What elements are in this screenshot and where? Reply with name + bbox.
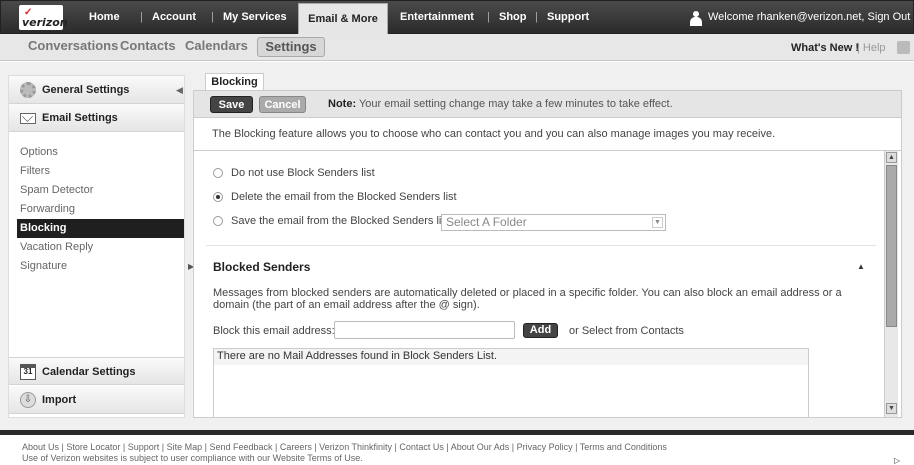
nav-home[interactable]: Home: [89, 1, 120, 35]
add-button[interactable]: Add: [523, 323, 558, 338]
select-from-contacts-link[interactable]: or Select from Contacts: [569, 325, 684, 337]
sidebar-item-blocking[interactable]: Blocking: [17, 219, 184, 238]
nav-separator: |: [535, 11, 538, 23]
scroll-thumb[interactable]: [886, 165, 897, 327]
scroll-down-icon[interactable]: ▼: [886, 403, 897, 414]
nav-support[interactable]: Support: [547, 1, 589, 35]
envelope-icon: [20, 113, 36, 124]
subnav-calendars[interactable]: Calendars: [185, 38, 248, 53]
note-text: Note: Your email setting change may take…: [328, 98, 673, 110]
folder-select-value: Select A Folder: [446, 215, 527, 229]
option-label: Delete the email from the Blocked Sender…: [231, 191, 457, 203]
sidebar-item-signature[interactable]: Signature: [17, 257, 184, 276]
collapse-arrow-icon[interactable]: ◀: [176, 85, 183, 96]
sub-nav-bar: Conversations Contacts Calendars Setting…: [0, 34, 914, 61]
note-label: Note:: [328, 98, 357, 110]
cancel-button[interactable]: Cancel: [259, 96, 306, 113]
nav-entertainment[interactable]: Entertainment: [400, 1, 474, 35]
general-settings-header[interactable]: General Settings ◀: [9, 76, 184, 104]
divider: [206, 245, 876, 246]
blocked-senders-list[interactable]: There are no Mail Addresses found in Blo…: [213, 348, 809, 417]
help-link[interactable]: | Help: [857, 42, 886, 54]
folder-select[interactable]: Select A Folder ▼: [441, 214, 666, 231]
help-icon[interactable]: [897, 41, 910, 54]
settings-scroll-area[interactable]: Do not use Block Senders list Delete the…: [193, 151, 902, 418]
radio-do-not-use[interactable]: [213, 168, 223, 178]
radio-delete-email[interactable]: [213, 192, 223, 202]
collapse-section-icon[interactable]: ▲: [857, 262, 865, 271]
calendar-icon: 31: [20, 364, 36, 380]
sidebar-item-filters[interactable]: Filters: [17, 162, 184, 181]
subnav-settings[interactable]: Settings: [257, 37, 325, 57]
note-message: Your email setting change may take a few…: [356, 98, 673, 110]
calendar-settings-label: Calendar Settings: [42, 366, 136, 378]
logo-text: verizon: [22, 16, 68, 29]
email-settings-label: Email Settings: [42, 112, 118, 124]
scrollbar[interactable]: ▲ ▼: [884, 151, 898, 417]
scroll-up-icon[interactable]: ▲: [886, 152, 897, 163]
info-bar: The Blocking feature allows you to choos…: [193, 118, 902, 151]
blocked-senders-description: Messages from blocked senders are automa…: [213, 287, 842, 311]
nav-separator: |: [487, 11, 490, 23]
block-email-label: Block this email address:: [213, 325, 335, 337]
nav-email-and-more[interactable]: Email & More: [298, 3, 388, 35]
mouse-cursor-icon: ▷: [894, 456, 901, 465]
calendar-settings-header[interactable]: 31 Calendar Settings: [9, 357, 184, 385]
toolbar: Save Cancel Note: Your email setting cha…: [193, 90, 902, 118]
option-label: Do not use Block Senders list: [231, 167, 375, 179]
subnav-conversations[interactable]: Conversations: [28, 38, 118, 53]
page-body: General Settings ◀ Email Settings Option…: [0, 62, 914, 430]
nav-separator: |: [211, 11, 214, 23]
nav-shop[interactable]: Shop: [499, 1, 527, 35]
verizon-logo[interactable]: ✓ verizon: [19, 5, 68, 30]
user-icon: [690, 11, 702, 27]
settings-sidebar: General Settings ◀ Email Settings Option…: [8, 75, 185, 418]
tab-blocking[interactable]: Blocking: [205, 73, 264, 91]
block-email-input[interactable]: [334, 321, 515, 339]
radio-save-email[interactable]: [213, 216, 223, 226]
import-header[interactable]: ⇩ Import: [9, 386, 184, 414]
subnav-contacts[interactable]: Contacts: [120, 38, 176, 53]
welcome-sign-out[interactable]: Welcome rhanken@verizon.net, Sign Out: [708, 1, 910, 34]
footer: About Us | Store Locator | Support | Sit…: [0, 435, 914, 465]
import-icon: ⇩: [20, 392, 36, 408]
import-label: Import: [42, 394, 77, 406]
footer-links[interactable]: About Us | Store Locator | Support | Sit…: [22, 442, 667, 452]
sidebar-item-options[interactable]: Options: [17, 143, 184, 162]
sidebar-item-vacation-reply[interactable]: Vacation Reply: [17, 238, 184, 257]
option-label: Save the email from the Blocked Senders …: [231, 215, 450, 227]
top-nav-bar: ✓ verizon Home | Account | My Services E…: [0, 0, 914, 35]
whats-new-link[interactable]: What's New !: [791, 42, 859, 54]
blocking-info-text: The Blocking feature allows you to choos…: [212, 128, 776, 140]
chevron-down-icon: ▼: [652, 217, 663, 228]
general-settings-label: General Settings: [42, 84, 130, 96]
save-button[interactable]: Save: [210, 96, 253, 113]
sidebar-item-forwarding[interactable]: Forwarding: [17, 200, 184, 219]
gear-icon: [20, 82, 36, 98]
sidebar-item-spam-detector[interactable]: Spam Detector: [17, 181, 184, 200]
nav-my-services[interactable]: My Services: [223, 1, 287, 35]
nav-account[interactable]: Account: [152, 1, 196, 35]
blocked-senders-title: Blocked Senders: [213, 260, 311, 274]
list-item: There are no Mail Addresses found in Blo…: [214, 349, 808, 365]
footer-legal-text: Use of Verizon websites is subject to us…: [22, 453, 363, 463]
blocking-panel: Blocking Save Cancel Note: Your email se…: [193, 73, 902, 418]
nav-separator: |: [140, 11, 143, 23]
email-settings-header[interactable]: Email Settings: [9, 104, 184, 132]
